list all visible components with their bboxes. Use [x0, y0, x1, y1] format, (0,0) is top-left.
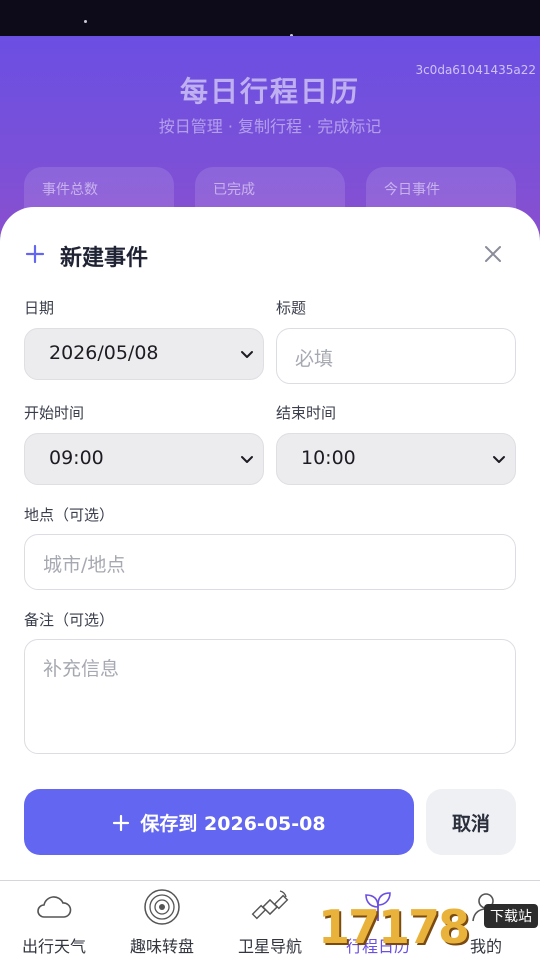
start-time-label: 开始时间: [24, 404, 85, 422]
chevron-down-icon: [241, 351, 253, 358]
status-dot: [84, 20, 87, 23]
tab-label: 卫星导航: [237, 937, 302, 956]
tab-weather[interactable]: 出行天气: [0, 881, 108, 961]
tab-wheel[interactable]: 趣味转盘: [108, 881, 216, 961]
date-value: 2026/05/08: [49, 342, 159, 364]
sheet-title: 新建事件: [60, 246, 149, 271]
stat-label: 事件总数: [42, 182, 98, 198]
sheet-header: 新建事件: [24, 237, 516, 273]
chevron-down-icon: [493, 456, 505, 463]
debug-code: 3c0da61041435a22: [415, 63, 536, 77]
date-select[interactable]: 2026/05/08: [24, 328, 264, 380]
close-icon[interactable]: [482, 243, 504, 265]
cancel-button-label: 取消: [451, 813, 490, 835]
start-time-select[interactable]: 09:00: [24, 433, 264, 485]
end-time-label: 结束时间: [276, 404, 337, 422]
tab-label: 出行天气: [21, 937, 86, 956]
satellite-icon: [251, 890, 289, 920]
stat-label: 今日事件: [384, 182, 440, 198]
new-event-sheet: 新建事件 日期 2026/05/08 标题 必填 开始时间 09:00 结束时间…: [0, 207, 540, 880]
notes-placeholder: 补充信息: [43, 658, 120, 680]
title-label: 标题: [276, 299, 307, 317]
start-time-value: 09:00: [49, 447, 104, 469]
location-label: 地点（可选）: [24, 506, 115, 524]
plus-icon: [113, 814, 130, 832]
chevron-down-icon: [241, 456, 253, 463]
notes-textarea[interactable]: 补充信息: [24, 639, 516, 754]
location-placeholder: 城市/地点: [43, 554, 126, 576]
title-placeholder: 必填: [295, 348, 334, 370]
save-button-label: 保存到 2026-05-08: [140, 813, 326, 835]
wheel-icon: [144, 889, 180, 925]
tab-label: 趣味转盘: [129, 937, 194, 956]
watermark-logo: 17178 下载站: [318, 898, 540, 960]
tab-satellite[interactable]: 卫星导航: [216, 881, 324, 961]
stat-label: 已完成: [213, 182, 255, 198]
cloud-icon: [37, 896, 72, 918]
page-subtitle: 按日管理 · 复制行程 · 完成标记: [158, 117, 382, 136]
date-label: 日期: [24, 299, 55, 317]
location-input[interactable]: 城市/地点: [24, 534, 516, 590]
cancel-button[interactable]: 取消: [426, 789, 516, 855]
end-time-select[interactable]: 10:00: [276, 433, 516, 485]
watermark-tag: 下载站: [484, 904, 538, 928]
status-bar: [0, 0, 540, 37]
notes-label: 备注（可选）: [24, 611, 115, 629]
save-button[interactable]: 保存到 2026-05-08: [24, 789, 414, 855]
plus-icon: [25, 244, 45, 264]
watermark-number: 17178: [318, 900, 470, 954]
end-time-value: 10:00: [301, 447, 356, 469]
title-input[interactable]: 必填: [276, 328, 516, 384]
